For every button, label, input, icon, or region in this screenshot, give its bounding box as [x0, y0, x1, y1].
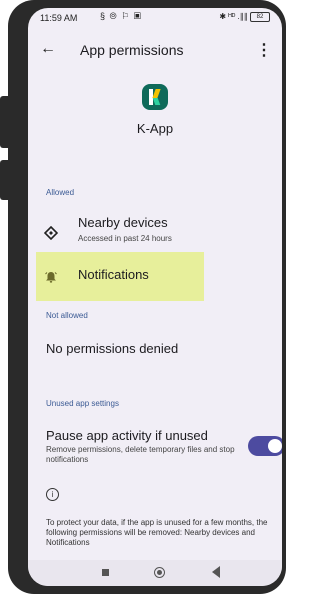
section-allowed-label: Allowed [46, 188, 75, 197]
no-permissions-denied-text: No permissions denied [46, 341, 179, 356]
phone-frame: 11:59 AM § ⦾ ⚐ ▣ ✱ ᴴᴰ .∥∥ 82 ← App permi… [8, 0, 286, 594]
info-description: To protect your data, if the app is unus… [46, 518, 268, 547]
nav-back-icon[interactable] [212, 566, 220, 578]
permission-title: Notifications [78, 267, 149, 282]
section-unused-settings-label: Unused app settings [46, 399, 119, 408]
back-arrow-icon[interactable]: ← [40, 40, 56, 58]
app-name: K-App [136, 121, 174, 136]
permission-subtitle: Accessed in past 24 hours [78, 234, 172, 243]
notifications-bell-icon [45, 272, 57, 283]
navigation-bar [28, 560, 282, 586]
pause-activity-description: Remove permissions, delete temporary fil… [46, 445, 235, 464]
home-icon[interactable] [154, 567, 165, 578]
nearby-devices-icon [44, 226, 58, 240]
status-notification-icons: § ⦾ ⚐ ▣ [100, 11, 142, 21]
page-title: App permissions [80, 42, 184, 58]
volume-button [0, 96, 8, 148]
permission-notifications[interactable]: Notifications [36, 252, 204, 301]
section-not-allowed-label: Not allowed [46, 311, 88, 320]
permission-title: Nearby devices [78, 215, 168, 230]
signal-icon: ✱ ᴴᴰ .∥∥ [219, 12, 248, 22]
app-bar: ← App permissions ⋮ [28, 36, 282, 66]
info-icon: i [46, 488, 59, 501]
battery-icon: 82 [250, 12, 270, 22]
status-bar: 11:59 AM § ⦾ ⚐ ▣ ✱ ᴴᴰ .∥∥ 82 [28, 8, 282, 30]
pause-activity-toggle[interactable] [248, 436, 282, 456]
power-button [0, 160, 8, 200]
status-time: 11:59 AM [40, 13, 78, 23]
status-system-icons: ✱ ᴴᴰ .∥∥ 82 [219, 12, 270, 22]
screen: 11:59 AM § ⦾ ⚐ ▣ ✱ ᴴᴰ .∥∥ 82 ← App permi… [28, 8, 282, 586]
more-options-icon[interactable]: ⋮ [256, 40, 272, 60]
recents-icon[interactable] [102, 569, 109, 576]
pause-activity-title: Pause app activity if unused [46, 428, 208, 443]
app-logo-icon [142, 84, 168, 110]
